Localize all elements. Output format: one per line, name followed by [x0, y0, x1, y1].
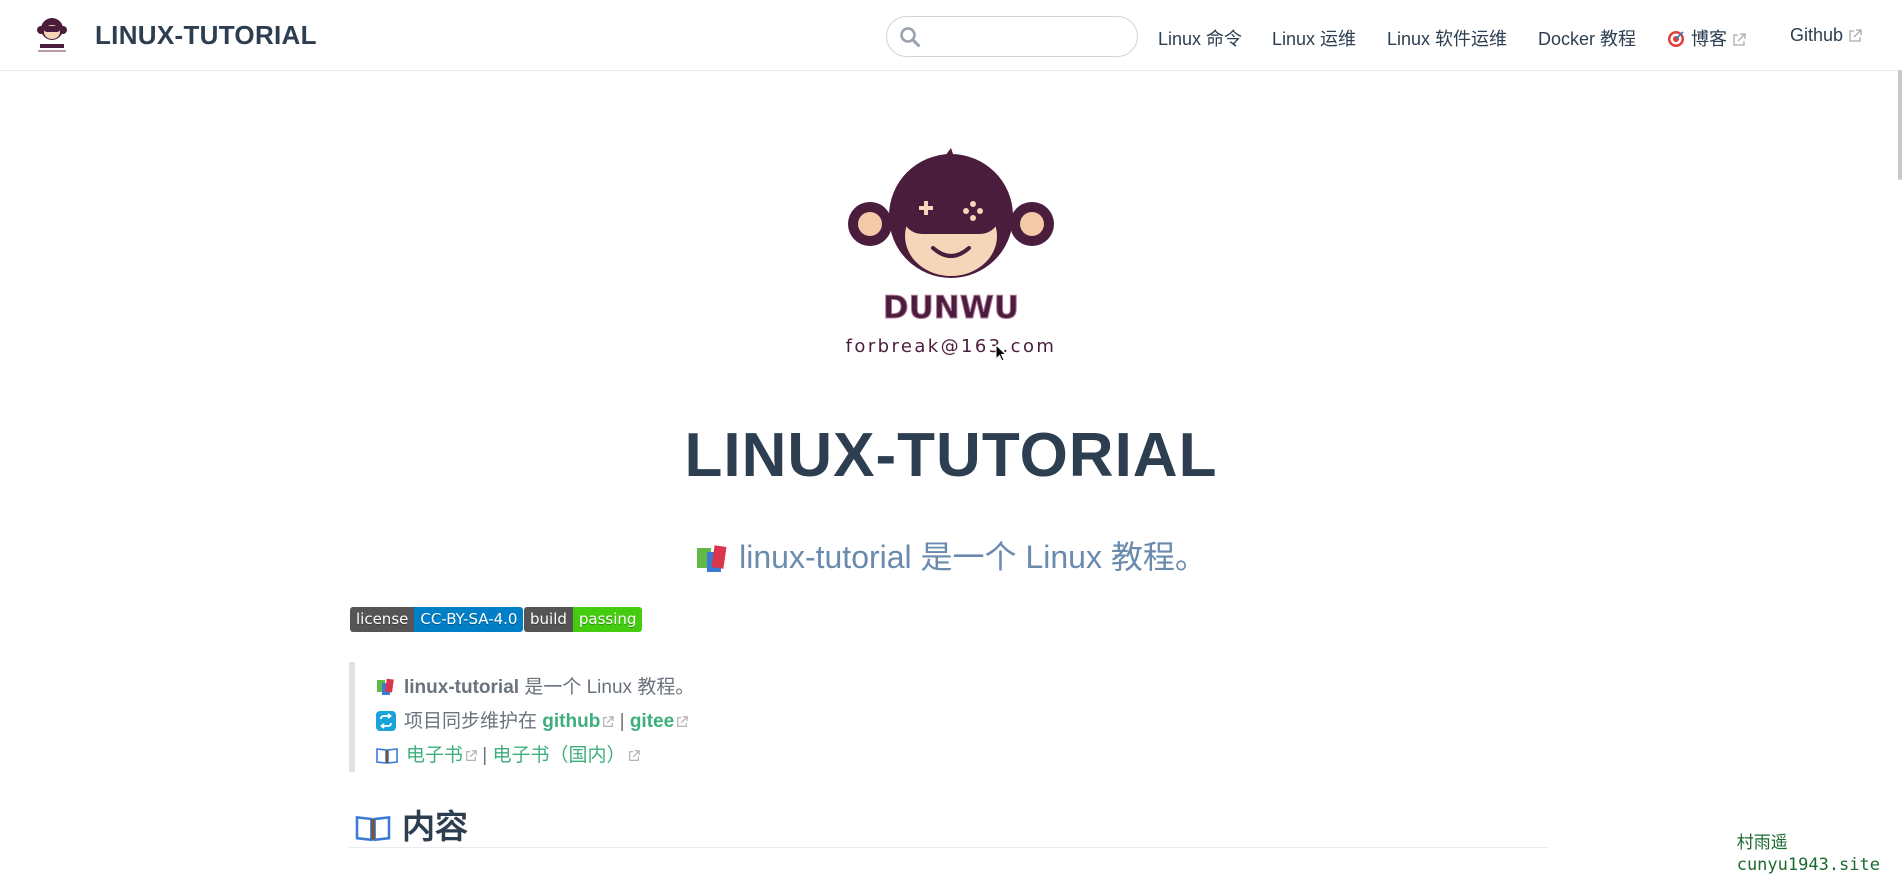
mouse-cursor-icon — [995, 344, 1007, 362]
hero-logo: DUNWU forbreak@163.com — [846, 148, 1057, 357]
external-link-icon — [628, 750, 640, 761]
section-heading: 内容 — [354, 800, 468, 848]
quote-line-2: 项目同步维护在 github | gitee — [376, 706, 688, 733]
quote-line-3: 电子书 | 电子书（国内） — [376, 740, 640, 767]
search-input[interactable] — [929, 23, 1128, 52]
nav-linux-ops[interactable]: Linux 运维 — [1272, 25, 1356, 51]
watermark-line-1: 村雨遥 — [1736, 833, 1788, 853]
logo-icon[interactable] — [32, 14, 72, 56]
section-heading-text: 内容 — [402, 808, 468, 845]
badge-label: build — [524, 607, 573, 632]
site-name[interactable]: LINUX-TUTORIAL — [95, 20, 317, 51]
badge-value: passing — [572, 607, 643, 632]
gitee-link[interactable]: gitee — [630, 711, 674, 732]
nav-github[interactable]: Github — [1790, 25, 1862, 46]
navbar: LINUX-TUTORIAL Linux 命令 Linux 运维 Linux 软… — [0, 0, 1902, 71]
logo-email-text: forbreak@163.com — [846, 336, 1057, 357]
blockquote-bar — [349, 662, 355, 772]
ebook-link[interactable]: 电子书 — [406, 745, 463, 766]
nav-linux-software-ops[interactable]: Linux 软件运维 — [1387, 25, 1507, 51]
page-title: LINUX-TUTORIAL — [684, 421, 1218, 490]
logo-name-text: DUNWU — [883, 290, 1019, 326]
quote-line-1: linux-tutorial 是一个 Linux 教程。 — [376, 672, 694, 699]
nav-label: Github — [1790, 25, 1844, 45]
search-icon — [900, 27, 920, 47]
badge-label: license — [350, 607, 415, 632]
quote-text: 是一个 Linux 教程。 — [519, 677, 695, 698]
nav-label: Linux 软件运维 — [1387, 29, 1508, 49]
scrollbar[interactable] — [1898, 70, 1902, 180]
watermark: 村雨遥 cunyu1943.site — [1737, 832, 1880, 876]
repeat-icon — [376, 711, 396, 731]
books-icon — [697, 545, 727, 572]
nav-label: Docker 教程 — [1538, 29, 1637, 49]
watermark-line-2: cunyu1943.site — [1736, 855, 1880, 875]
external-link-icon — [1849, 29, 1862, 42]
hero-description: linux-tutorial 是一个 Linux 教程。 — [0, 532, 1902, 578]
nav-label: 博客 — [1691, 29, 1727, 49]
books-icon — [377, 678, 394, 695]
section-divider — [349, 847, 1549, 848]
external-link-icon — [1733, 33, 1746, 46]
external-link-icon — [677, 716, 688, 727]
target-icon — [1668, 31, 1684, 47]
open-book-icon — [355, 815, 391, 842]
ebook-domestic-link[interactable]: 电子书（国内） — [493, 745, 626, 766]
nav-label: Linux 命令 — [1158, 29, 1243, 49]
nav-blog[interactable]: 博客 — [1667, 25, 1746, 51]
hero-description-text: linux-tutorial 是一个 Linux 教程。 — [739, 539, 1207, 575]
nav-linux-commands[interactable]: Linux 命令 — [1158, 25, 1242, 51]
build-badge[interactable]: build passing — [524, 607, 643, 632]
quote-separator: | — [614, 711, 630, 732]
license-badge[interactable]: license CC-BY-SA-4.0 — [350, 607, 524, 632]
badge-value: CC-BY-SA-4.0 — [414, 607, 524, 632]
quote-bold-text: linux-tutorial — [404, 677, 520, 698]
search-box[interactable] — [886, 16, 1138, 57]
external-link-icon — [466, 750, 477, 761]
quote-separator: | — [477, 745, 493, 766]
quote-text: 项目同步维护在 — [404, 711, 543, 732]
open-book-icon — [376, 748, 398, 764]
external-link-icon — [603, 716, 615, 727]
nav-label: Linux 运维 — [1272, 29, 1357, 49]
nav-docker-tutorial[interactable]: Docker 教程 — [1538, 25, 1636, 51]
github-link[interactable]: github — [542, 711, 600, 732]
